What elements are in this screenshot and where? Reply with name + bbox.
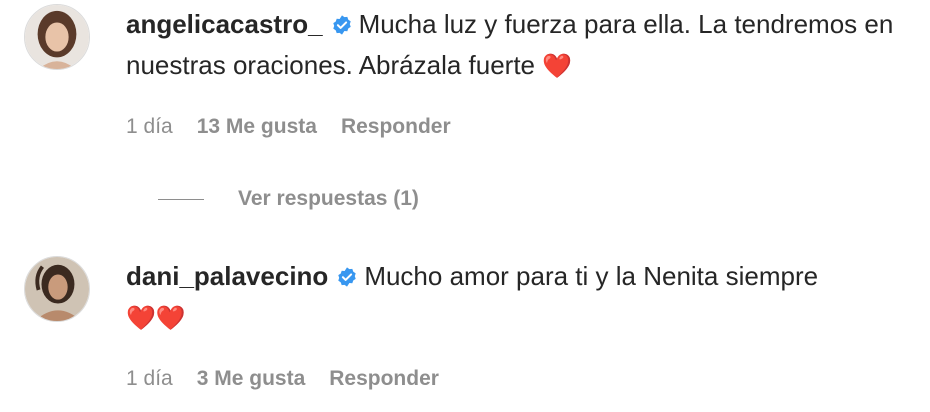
- heart-emoji: ❤️: [542, 53, 573, 80]
- divider-line: [158, 198, 204, 200]
- username[interactable]: angelicacastro_: [126, 9, 323, 39]
- comment-text: Mucho amor para ti y la Nenita siempre: [364, 261, 819, 291]
- timestamp[interactable]: 1 día: [126, 115, 173, 139]
- verified-badge-icon: [331, 7, 353, 35]
- comment-text-block: angelicacastro_ Mucha luz y fuerza para e…: [126, 4, 906, 87]
- heart-emoji: ❤️❤️: [126, 305, 186, 332]
- comment-meta: 1 día 3 Me gusta Responder: [126, 367, 439, 391]
- username[interactable]: dani_palavecino: [126, 261, 328, 291]
- comment-body: angelicacastro_ Mucha luz y fuerza para e…: [126, 4, 906, 87]
- likes-count[interactable]: 13 Me gusta: [197, 115, 317, 139]
- reply-button[interactable]: Responder: [341, 115, 451, 139]
- view-replies-label: Ver respuestas (1): [238, 187, 419, 210]
- avatar[interactable]: [24, 256, 90, 322]
- comment-meta: 1 día 13 Me gusta Responder: [126, 115, 451, 139]
- comment-text-block: dani_palavecino Mucho amor para ti y la N…: [126, 256, 906, 339]
- timestamp[interactable]: 1 día: [126, 367, 173, 391]
- view-replies-button[interactable]: Ver respuestas (1): [158, 187, 419, 211]
- comment-body: dani_palavecino Mucho amor para ti y la N…: [126, 256, 906, 339]
- avatar[interactable]: [24, 4, 90, 70]
- reply-button[interactable]: Responder: [329, 367, 439, 391]
- likes-count[interactable]: 3 Me gusta: [197, 367, 306, 391]
- verified-badge-icon: [336, 259, 358, 287]
